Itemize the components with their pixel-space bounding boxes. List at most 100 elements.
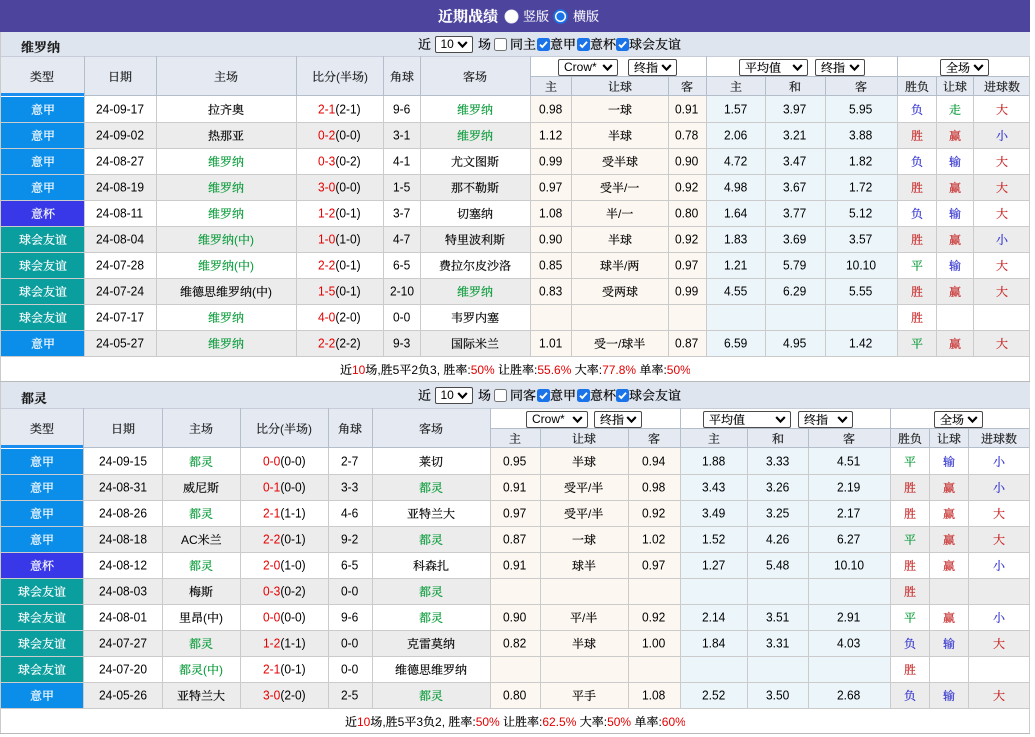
svg-text:0-0: 0-0 — [341, 584, 358, 599]
svg-text:6.29: 6.29 — [783, 284, 806, 299]
svg-text:62.5%: 62.5% — [542, 715, 576, 729]
svg-text:4.26: 4.26 — [766, 532, 789, 547]
svg-text:0.87: 0.87 — [675, 336, 698, 351]
svg-text:2-2: 2-2 — [263, 532, 280, 547]
svg-text:24-07-20: 24-07-20 — [99, 662, 147, 677]
svg-text:1.12: 1.12 — [539, 128, 562, 143]
svg-text:3-0: 3-0 — [318, 180, 335, 195]
svg-text:24-07-17: 24-07-17 — [96, 310, 144, 325]
svg-text:(0-0): (0-0) — [280, 480, 305, 495]
svg-text:3.51: 3.51 — [766, 610, 789, 625]
svg-text:24-08-04: 24-08-04 — [96, 232, 144, 247]
svg-text:4.98: 4.98 — [724, 180, 747, 195]
svg-text:3-1: 3-1 — [393, 128, 410, 143]
svg-text:0.80: 0.80 — [675, 206, 698, 221]
svg-text:0.95: 0.95 — [503, 454, 526, 469]
svg-text:(1-1): (1-1) — [280, 506, 305, 521]
svg-text:0.97: 0.97 — [642, 558, 665, 573]
svg-text:24-07-27: 24-07-27 — [99, 636, 147, 651]
svg-text:0.90: 0.90 — [503, 610, 526, 625]
svg-text:(: ( — [336, 70, 340, 84]
svg-text:2.52: 2.52 — [702, 688, 725, 703]
svg-text:0.90: 0.90 — [675, 154, 698, 169]
svg-text:1-5: 1-5 — [393, 180, 410, 195]
svg-text:0-3: 0-3 — [318, 154, 335, 169]
svg-text:(: ( — [252, 285, 256, 299]
svg-text:1.42: 1.42 — [849, 336, 872, 351]
svg-text:6-5: 6-5 — [393, 258, 410, 273]
svg-text:0.80: 0.80 — [503, 688, 526, 703]
svg-text:): ) — [268, 285, 272, 299]
svg-text:1.57: 1.57 — [724, 102, 747, 117]
svg-text:2-2: 2-2 — [318, 336, 335, 351]
svg-text:2-5: 2-5 — [341, 688, 358, 703]
svg-text:0.92: 0.92 — [675, 180, 698, 195]
svg-text:24-08-12: 24-08-12 — [99, 558, 147, 573]
svg-text:(0-1): (0-1) — [280, 532, 305, 547]
svg-text:3.21: 3.21 — [783, 128, 806, 143]
svg-text:0.91: 0.91 — [503, 480, 526, 495]
svg-text:24-08-01: 24-08-01 — [99, 610, 147, 625]
svg-text:0.92: 0.92 — [675, 232, 698, 247]
svg-text:): ) — [219, 611, 223, 625]
svg-text:1.21: 1.21 — [724, 258, 747, 273]
svg-text:(0-1): (0-1) — [335, 206, 360, 221]
svg-text:3.88: 3.88 — [849, 128, 872, 143]
svg-text:1.01: 1.01 — [539, 336, 562, 351]
svg-text:3.47: 3.47 — [783, 154, 806, 169]
svg-text:0.83: 0.83 — [539, 284, 562, 299]
svg-text:10.10: 10.10 — [834, 558, 864, 573]
svg-text:5.12: 5.12 — [849, 206, 872, 221]
svg-text:55.6%: 55.6% — [537, 363, 571, 377]
svg-text:(2-0): (2-0) — [280, 688, 305, 703]
svg-text:2.17: 2.17 — [837, 506, 860, 521]
svg-text:(: ( — [203, 663, 207, 677]
svg-text:60%: 60% — [661, 715, 685, 729]
svg-text:24-08-27: 24-08-27 — [96, 154, 144, 169]
svg-text:): ) — [250, 233, 254, 247]
svg-text:0.99: 0.99 — [539, 154, 562, 169]
svg-text:0.94: 0.94 — [642, 454, 665, 469]
svg-text:3.26: 3.26 — [766, 480, 789, 495]
svg-text:24-08-18: 24-08-18 — [99, 532, 147, 547]
svg-text:0-0: 0-0 — [341, 636, 358, 651]
svg-text:24-09-15: 24-09-15 — [99, 454, 147, 469]
svg-text:3-3: 3-3 — [341, 480, 358, 495]
svg-text:0.92: 0.92 — [642, 506, 665, 521]
svg-text:0.97: 0.97 — [503, 506, 526, 521]
svg-text:(0-1): (0-1) — [280, 662, 305, 677]
svg-text:10.10: 10.10 — [846, 258, 876, 273]
svg-text:1.27: 1.27 — [702, 558, 725, 573]
svg-text:(2-2): (2-2) — [335, 336, 360, 351]
svg-text:(: ( — [203, 611, 207, 625]
svg-text:0-0: 0-0 — [393, 310, 410, 325]
svg-text:24-09-17: 24-09-17 — [96, 102, 144, 117]
svg-text:/: / — [588, 507, 592, 521]
svg-text:0.87: 0.87 — [503, 532, 526, 547]
svg-text:4.55: 4.55 — [724, 284, 747, 299]
svg-text:0.98: 0.98 — [642, 480, 665, 495]
svg-text:/: / — [624, 181, 628, 195]
svg-text:5.95: 5.95 — [849, 102, 872, 117]
svg-text:2-7: 2-7 — [341, 454, 358, 469]
svg-text:(0-0): (0-0) — [280, 610, 305, 625]
svg-text:(: ( — [234, 233, 238, 247]
svg-text:(1-0): (1-0) — [280, 558, 305, 573]
svg-text:5.55: 5.55 — [849, 284, 872, 299]
svg-text:9-6: 9-6 — [341, 610, 358, 625]
svg-text:3.57: 3.57 — [849, 232, 872, 247]
svg-text:0-0: 0-0 — [263, 610, 280, 625]
svg-text:AC: AC — [181, 533, 198, 547]
svg-text:2.14: 2.14 — [702, 610, 725, 625]
svg-text:3-7: 3-7 — [393, 206, 410, 221]
svg-text:2-1: 2-1 — [263, 662, 280, 677]
svg-text:5: 5 — [392, 363, 399, 377]
svg-text:0-3: 0-3 — [263, 584, 280, 599]
svg-text:/: / — [588, 481, 592, 495]
svg-text:(0-2): (0-2) — [280, 584, 305, 599]
svg-text:2-2: 2-2 — [318, 258, 335, 273]
svg-text:4-0: 4-0 — [318, 310, 335, 325]
svg-text:(0-0): (0-0) — [280, 454, 305, 469]
svg-text:24-09-02: 24-09-02 — [96, 128, 144, 143]
svg-text:4-6: 4-6 — [341, 506, 358, 521]
